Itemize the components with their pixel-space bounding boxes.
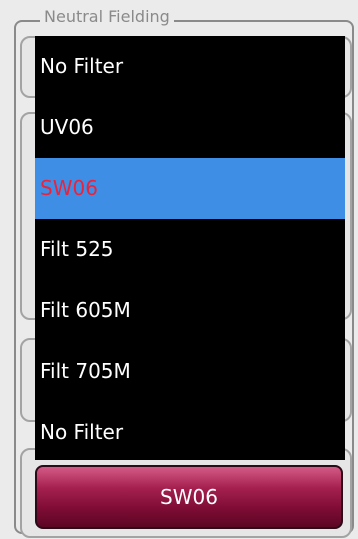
dropdown-option-filt-705m[interactable]: Filt 705M <box>35 341 345 402</box>
dropdown-option-uv06[interactable]: UV06 <box>35 97 345 158</box>
dropdown-option-filt-605m[interactable]: Filt 605M <box>35 280 345 341</box>
dropdown-option-no-filter-2[interactable]: No Filter <box>35 402 345 463</box>
dropdown-option-filt-525[interactable]: Filt 525 <box>35 219 345 280</box>
group-title: Neutral Fielding <box>40 6 174 28</box>
neutral-fielding-panel: Neutral Fielding No Filter UV06 SW06 Fil… <box>0 0 358 539</box>
dropdown-option-sw06[interactable]: SW06 <box>35 158 345 219</box>
dropdown-option-no-filter[interactable]: No Filter <box>35 36 345 97</box>
filter-dropdown-list[interactable]: No Filter UV06 SW06 Filt 525 Filt 605M F… <box>35 36 345 460</box>
selected-filter-button[interactable]: SW06 <box>35 465 343 529</box>
